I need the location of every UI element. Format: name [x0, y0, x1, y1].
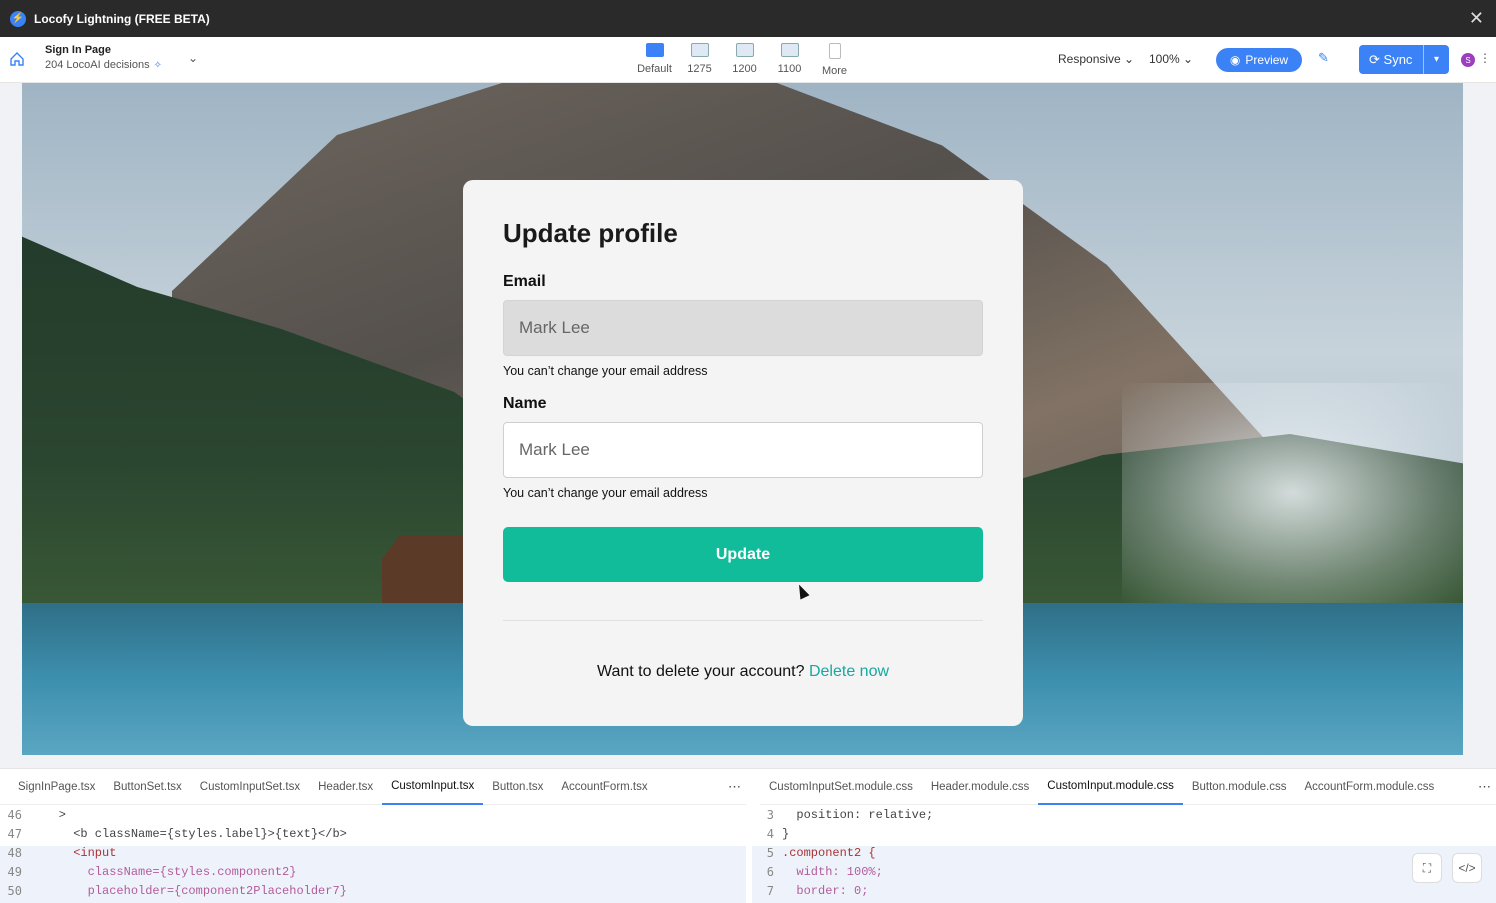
- tab-signinpage[interactable]: SignInPage.tsx: [0, 769, 104, 805]
- tab-custominput[interactable]: CustomInput.tsx: [382, 769, 484, 805]
- kebab-menu-icon[interactable]: ⋮: [1479, 51, 1491, 65]
- device-1200[interactable]: 1200: [722, 43, 767, 77]
- code-icon[interactable]: </>: [1452, 853, 1482, 883]
- locofy-logo-icon: ⚡: [10, 10, 26, 27]
- fullscreen-icon[interactable]: ⛶: [1412, 853, 1442, 883]
- mist-background-image: [1122, 383, 1463, 603]
- tab-custominputset-css[interactable]: CustomInputSet.module.css: [760, 769, 922, 805]
- zoom-dropdown[interactable]: 100% ⌄: [1149, 52, 1193, 66]
- code-line: 5 .component2 {: [752, 846, 1496, 865]
- device-1275[interactable]: 1275: [677, 43, 722, 77]
- delete-now-link[interactable]: Delete now: [809, 663, 889, 680]
- divider: [503, 620, 983, 621]
- device-label: More: [821, 65, 848, 77]
- email-field: Mark Lee: [503, 300, 983, 356]
- sync-icon: ⟳: [1369, 51, 1380, 67]
- tab-buttonset[interactable]: ButtonSet.tsx: [104, 769, 190, 805]
- code-line: 46 >: [7, 808, 67, 822]
- app-title: Locofy Lightning (FREE BETA): [34, 11, 210, 26]
- css-code-editor[interactable]: 3 position: relative; 4} 5 .component2 { …: [752, 808, 1496, 903]
- laptop-icon: [780, 43, 799, 57]
- sync-dropdown-chevron-icon[interactable]: ▾: [1423, 45, 1449, 74]
- tsx-code-editor[interactable]: 46 > 47 <b className={styles.label}>{tex…: [0, 808, 746, 903]
- device-label: 1200: [732, 63, 757, 75]
- tab-accountform[interactable]: AccountForm.tsx: [552, 769, 656, 805]
- preview-label: Preview: [1245, 53, 1289, 67]
- page-decisions: 204 LocoAI decisions: [45, 59, 150, 71]
- device-label: 1275: [687, 63, 712, 75]
- tsx-file-tabs: SignInPage.tsx ButtonSet.tsx CustomInput…: [0, 769, 746, 805]
- preview-frame: Update profile Email Mark Lee You can’t …: [22, 83, 1463, 755]
- update-button[interactable]: Update: [503, 527, 983, 582]
- edit-pencil-icon[interactable]: ✎: [1318, 50, 1329, 66]
- device-more[interactable]: More: [812, 43, 857, 77]
- css-file-tabs: CustomInputSet.module.css Header.module.…: [760, 769, 1496, 805]
- email-label: Email: [503, 273, 546, 290]
- preview-button[interactable]: ◉ Preview: [1216, 48, 1302, 72]
- name-field[interactable]: Mark Lee: [503, 422, 983, 478]
- chevron-down-icon[interactable]: ⌄: [188, 51, 198, 65]
- sparkle-icon: ✧: [153, 60, 162, 71]
- update-profile-card: Update profile Email Mark Lee You can’t …: [463, 180, 1023, 726]
- delete-prompt: Want to delete your account?: [596, 663, 805, 680]
- laptop-icon: [735, 43, 754, 57]
- responsive-dropdown[interactable]: Responsive ⌄: [1058, 52, 1134, 66]
- tab-header[interactable]: Header.tsx: [309, 769, 382, 805]
- design-canvas: Update profile Email Mark Lee You can’t …: [0, 83, 1496, 768]
- tab-accountform-css[interactable]: AccountForm.module.css: [1295, 769, 1443, 805]
- tab-header-css[interactable]: Header.module.css: [922, 769, 1038, 805]
- code-panel: SignInPage.tsx ButtonSet.tsx CustomInput…: [0, 768, 1496, 903]
- code-line: 49 className={styles.component2}: [0, 865, 746, 884]
- code-line: 6 width: 100%;: [752, 865, 1496, 884]
- page-title: Update profile: [503, 218, 678, 248]
- page-info[interactable]: Sign In Page 204 LocoAI decisions ✧: [45, 44, 162, 71]
- home-icon[interactable]: [9, 51, 25, 67]
- laptop-icon: [690, 43, 709, 57]
- device-default[interactable]: Default: [632, 43, 677, 77]
- monitor-icon: [645, 43, 664, 57]
- more-icon: [828, 43, 841, 59]
- more-tabs-icon[interactable]: ⋯: [728, 779, 741, 795]
- title-bar: ⚡ Locofy Lightning (FREE BETA) ✕: [0, 0, 1496, 37]
- sync-label: Sync: [1383, 51, 1413, 67]
- eye-icon: ◉: [1229, 53, 1241, 67]
- page-name: Sign In Page: [45, 44, 112, 56]
- tab-button[interactable]: Button.tsx: [483, 769, 552, 805]
- code-line: 4}: [766, 827, 790, 841]
- tab-button-css[interactable]: Button.module.css: [1183, 769, 1296, 805]
- tab-custominputset[interactable]: CustomInputSet.tsx: [191, 769, 309, 805]
- toolbar: Sign In Page 204 LocoAI decisions ✧ ⌄ Def…: [0, 37, 1496, 83]
- code-line: 48 <input: [0, 846, 746, 865]
- sync-button[interactable]: ⟳ Sync ▾: [1359, 45, 1449, 74]
- tab-custominput-css[interactable]: CustomInput.module.css: [1038, 769, 1183, 805]
- delete-account-line: Want to delete your account? Delete now: [463, 663, 1023, 681]
- code-line: 47 <b className={styles.label}>{text}</b…: [7, 827, 347, 841]
- more-tabs-icon[interactable]: ⋯: [1478, 779, 1491, 795]
- device-label: 1100: [777, 63, 802, 75]
- cabin-background-image: [382, 535, 472, 603]
- device-selector: Default 1275 1200 1100 More: [632, 43, 857, 77]
- name-label: Name: [503, 395, 547, 412]
- device-label: Default: [637, 63, 672, 75]
- avatar[interactable]: S: [1461, 53, 1475, 67]
- device-1100[interactable]: 1100: [767, 43, 812, 77]
- code-line: 3 position: relative;: [766, 808, 934, 822]
- close-icon[interactable]: ✕: [1469, 8, 1484, 29]
- email-hint: You can’t change your email address: [503, 364, 708, 378]
- name-hint: You can’t change your email address: [503, 486, 708, 500]
